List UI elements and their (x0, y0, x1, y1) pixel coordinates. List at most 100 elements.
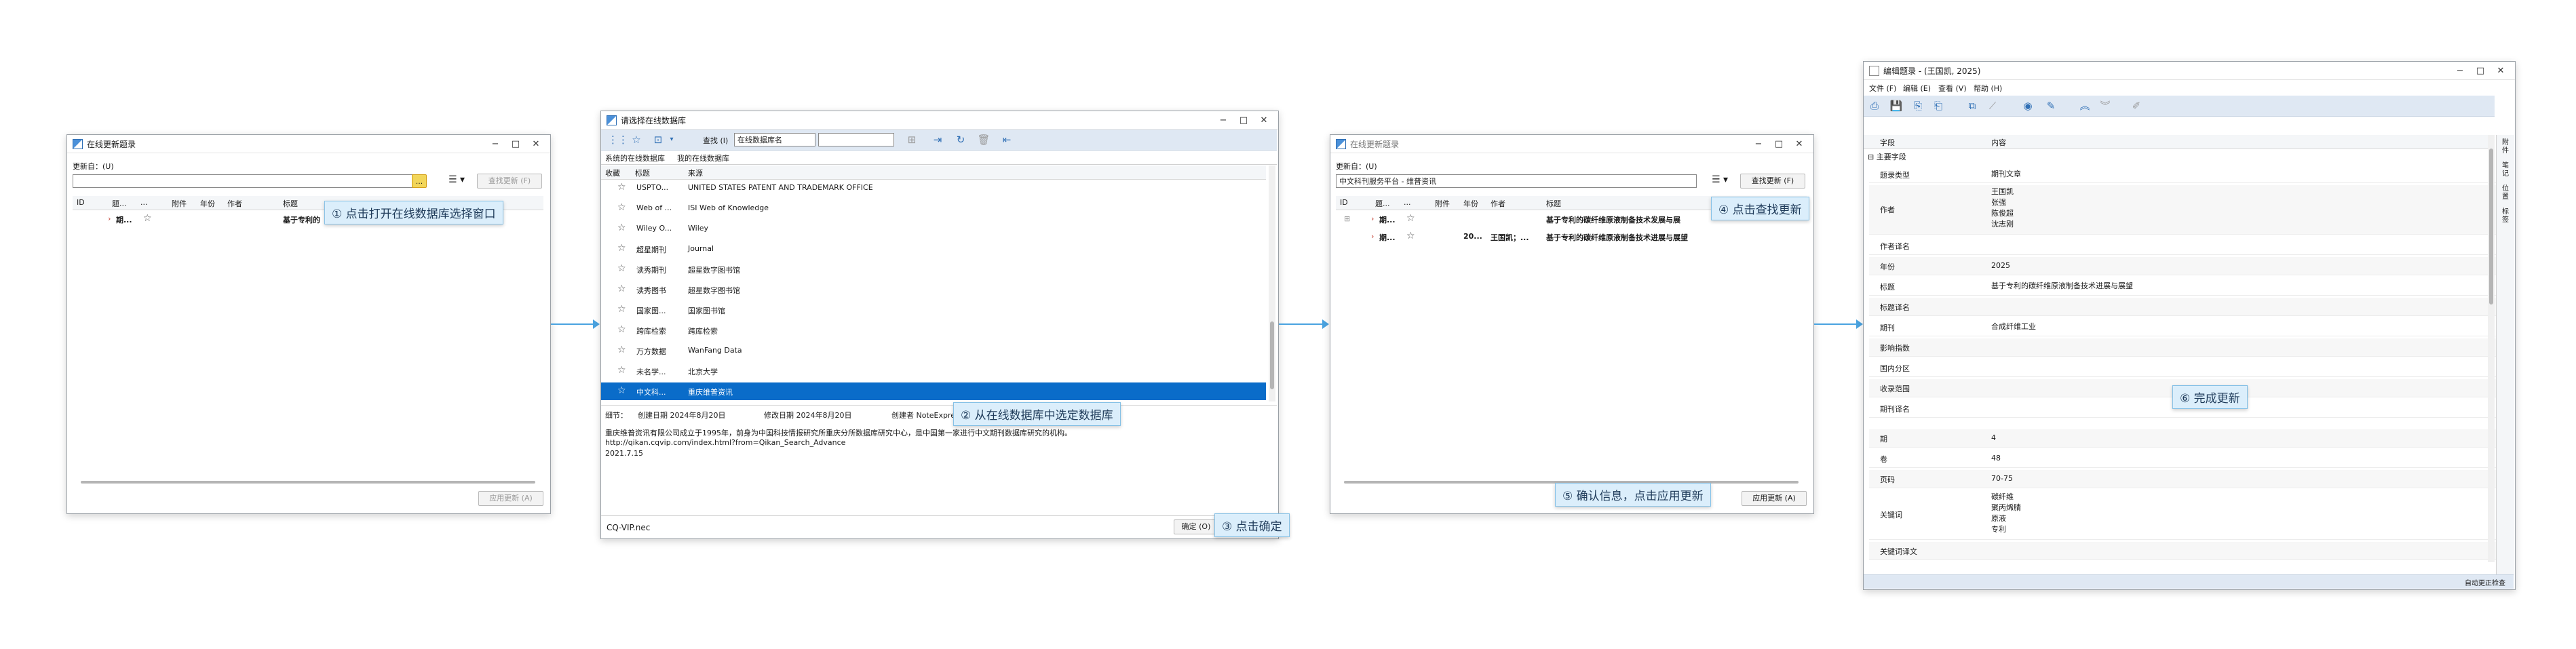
menu-file[interactable]: 文件 (F) (1869, 83, 1896, 94)
copy-icon[interactable]: ⧉ (1965, 99, 1979, 113)
collapse-icon[interactable]: ⊟ (1868, 153, 1874, 161)
down-icon[interactable]: ︾ (2098, 99, 2112, 113)
star-icon[interactable]: ☆ (617, 182, 626, 193)
list-item[interactable]: ☆ 读秀图书 超星数字图书馆 (601, 281, 1266, 298)
grid-icon[interactable]: ⋮⋮ (608, 133, 628, 146)
field-value[interactable]: 2025 (1991, 260, 2010, 271)
field-row[interactable]: 卷 48 (1869, 450, 2500, 468)
field-row[interactable]: 关键词 碳纤维 聚丙烯腈 原液 专利 (1869, 490, 2500, 540)
maximize-icon[interactable]: □ (1233, 115, 1254, 125)
target-icon[interactable]: ⊡ (651, 133, 665, 146)
field-value[interactable]: 4 (1991, 433, 1996, 444)
field-value[interactable]: 70-75 (1991, 473, 2013, 484)
star-icon[interactable]: ☆ (617, 365, 626, 376)
maximize-icon[interactable]: □ (1769, 139, 1789, 149)
refresh-icon[interactable]: ↻ (954, 133, 967, 146)
field-row[interactable]: 作者译名 (1869, 237, 2500, 255)
field-value[interactable]: 碳纤维 聚丙烯腈 原液 专利 (1991, 492, 2021, 535)
pin-icon[interactable]: ✎ (2044, 99, 2058, 113)
table-row[interactable]: › 期... ☆ 20... 王国凯；... 基于专利的碳纤维原液制备技术进展与… (1336, 229, 1807, 245)
find-update-button[interactable]: 查找更新 (F) (477, 174, 542, 189)
field-row[interactable]: 标题 基于专利的碳纤维原液制备技术进展与展望 (1869, 277, 2500, 296)
minimize-icon[interactable]: − (485, 139, 505, 149)
list-item[interactable]: ☆ 超星期刊 Journal (601, 241, 1266, 257)
menu-caret-icon[interactable]: ▾ (665, 133, 678, 146)
star-icon[interactable]: ☆ (143, 213, 152, 224)
import-icon[interactable]: ⇥ (931, 133, 944, 146)
list-item[interactable]: ☆ USPTO... UNITED STATES PATENT AND TRADEM… (601, 180, 1266, 196)
save-new-icon[interactable]: ⎙ (1868, 99, 1881, 113)
tab-system-databases[interactable]: 系统的在线数据库 (605, 153, 665, 163)
update-from-input[interactable] (73, 174, 425, 188)
list-icon[interactable]: ☰ ▾ (1712, 174, 1728, 185)
close-icon[interactable]: ✕ (1254, 115, 1274, 125)
delete-icon[interactable]: 🗑 (977, 133, 991, 146)
star-icon[interactable]: ☆ (617, 324, 626, 335)
field-row[interactable]: 影响指数 (1869, 338, 2500, 357)
apply-update-button[interactable]: 应用更新 (A) (1742, 491, 1807, 506)
update-from-input[interactable]: 中文科刊服务平台 - 维普资讯 (1336, 174, 1697, 188)
tab-my-databases[interactable]: 我的在线数据库 (677, 153, 729, 163)
star-icon[interactable]: ☆ (617, 263, 626, 274)
search-text-input[interactable] (818, 133, 894, 146)
side-tab-notes[interactable]: 笔记 (2502, 162, 2510, 178)
list-item[interactable]: ☆ 未名学... 北京大学 (601, 363, 1266, 379)
list-item[interactable]: ☆ Web of ... ISI Web of Knowledge (601, 200, 1266, 216)
star-icon[interactable]: ☆ (1406, 213, 1415, 224)
browse-database-button[interactable]: ... (412, 174, 427, 188)
edit-icon[interactable]: ✐ (2130, 99, 2143, 113)
group-header[interactable]: ⊟ 主要字段 (1868, 151, 1906, 162)
star-icon[interactable]: ☆ (617, 202, 626, 213)
minimize-icon[interactable]: − (2450, 66, 2470, 76)
field-row[interactable]: 标题译名 (1869, 298, 2500, 316)
add-icon[interactable]: ⊞ (905, 133, 919, 146)
save-all-icon[interactable]: ⎗ (1931, 99, 1945, 113)
side-tab-tags[interactable]: 标签 (2502, 208, 2510, 224)
selected-list-item[interactable]: ☆ 中文科... 重庆维普资讯 (601, 382, 1266, 400)
field-value[interactable]: 期刊文章 (1991, 169, 2021, 180)
side-tab-attachment[interactable]: 附件 (2502, 139, 2510, 155)
star-icon[interactable]: ☆ (617, 304, 626, 315)
star-icon[interactable]: ☆ (617, 283, 626, 294)
field-row[interactable]: 页码 70-75 (1869, 470, 2500, 488)
star-icon[interactable]: ☆ (617, 243, 626, 254)
list-item[interactable]: ☆ 跨库检索 跨库检索 (601, 322, 1266, 338)
field-row[interactable]: 作者 王国凯 张强 陈俊超 沈志刚 (1869, 185, 2500, 235)
field-row[interactable]: 年份 2025 (1869, 257, 2500, 275)
field-value[interactable]: 基于专利的碳纤维原液制备技术进展与展望 (1991, 281, 2133, 292)
search-field-select[interactable]: 在线数据库名 (734, 133, 815, 146)
star-icon[interactable]: ☆ (617, 222, 626, 233)
maximize-icon[interactable]: □ (2470, 66, 2491, 76)
star-outline-icon[interactable]: ☆ (630, 133, 643, 146)
horizontal-scrollbar[interactable] (81, 481, 535, 484)
menu-help[interactable]: 帮助 (H) (1974, 83, 2002, 94)
field-value[interactable]: 48 (1991, 453, 2001, 464)
menu-view[interactable]: 查看 (V) (1938, 83, 1967, 94)
list-icon[interactable]: ☰ ▾ (448, 174, 465, 185)
save-as-icon[interactable]: ⎘ (1911, 99, 1925, 113)
eye-icon[interactable]: ◉ (2021, 99, 2035, 113)
scroll-thumb[interactable] (2489, 149, 2493, 304)
list-item[interactable]: ☆ 万方数据 WanFang Data (601, 342, 1266, 359)
minimize-icon[interactable]: − (1213, 115, 1233, 125)
star-icon[interactable]: ☆ (617, 345, 626, 355)
up-icon[interactable]: ︽ (2078, 99, 2092, 113)
close-icon[interactable]: ✕ (526, 139, 546, 149)
save-icon[interactable]: 💾 (1889, 99, 1903, 113)
chart-icon[interactable]: ⟋ (1986, 99, 1999, 113)
export-icon[interactable]: ⇤ (1000, 133, 1014, 146)
side-tab-location[interactable]: 位置 (2502, 185, 2510, 201)
list-item[interactable]: ☆ 读秀期刊 超星数字图书馆 (601, 261, 1266, 277)
close-icon[interactable]: ✕ (2491, 66, 2511, 76)
field-row[interactable]: 国内分区 (1869, 359, 2500, 377)
minimize-icon[interactable]: − (1748, 139, 1769, 149)
list-item[interactable]: ☆ 国家图... 国家图书馆 (601, 302, 1266, 318)
scroll-thumb[interactable] (1270, 321, 1274, 389)
list-scrollbar[interactable] (1269, 165, 1275, 401)
close-icon[interactable]: ✕ (1789, 139, 1809, 149)
star-icon[interactable]: ☆ (1406, 231, 1415, 241)
field-row[interactable]: 期刊 合成纤维工业 (1869, 318, 2500, 336)
menu-edit[interactable]: 编辑 (E) (1903, 83, 1931, 94)
find-update-button[interactable]: 查找更新 (F) (1740, 174, 1805, 189)
row-checkbox[interactable]: ⊞ (1344, 214, 1350, 223)
